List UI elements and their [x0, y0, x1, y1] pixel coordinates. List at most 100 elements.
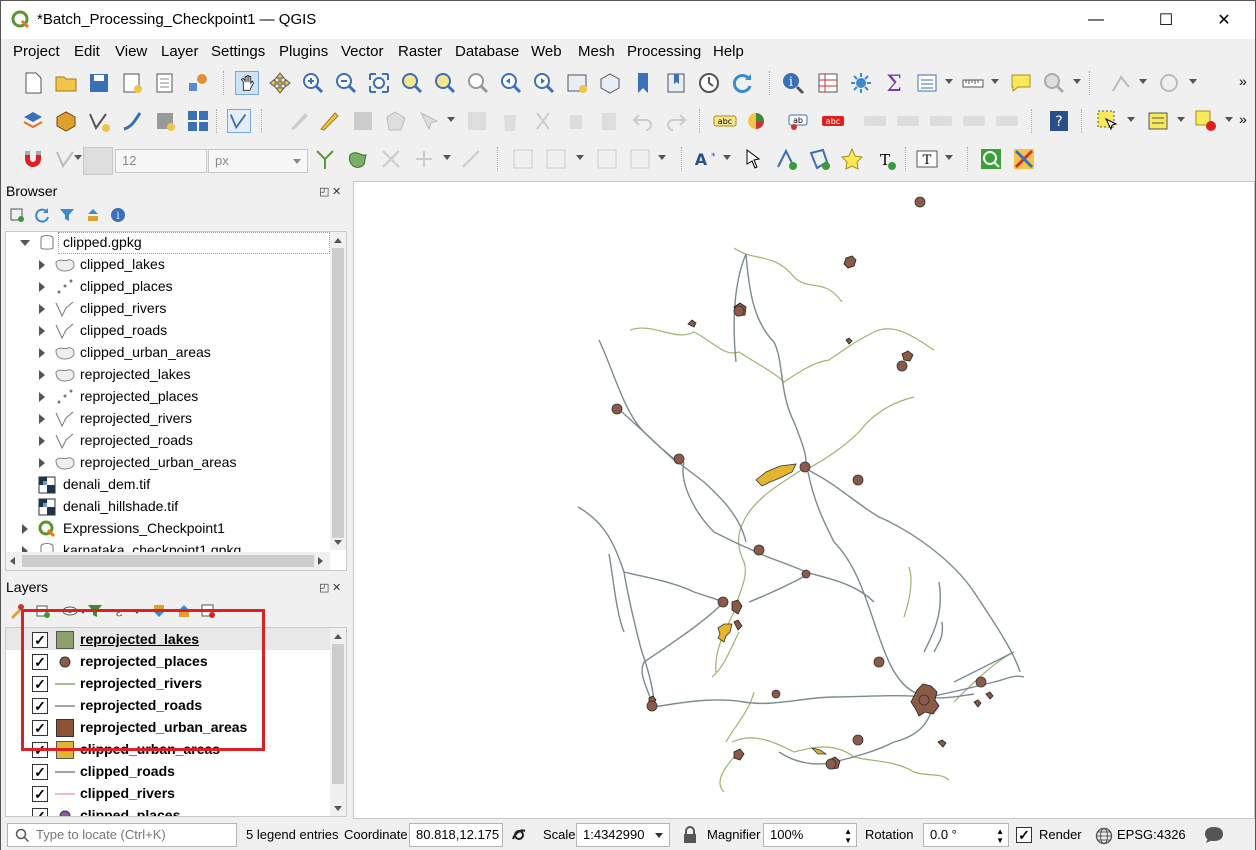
snapping-on-intersection-icon[interactable]: [346, 147, 370, 171]
expand-arrow-icon[interactable]: [39, 282, 45, 292]
layer-visibility-checkbox[interactable]: ✓: [32, 808, 48, 816]
menu-database[interactable]: Database: [455, 43, 519, 60]
rotation-spinbox[interactable]: 0.0 ° ▲ ▼: [923, 823, 1009, 847]
layer-item-clipped-places[interactable]: ✓ clipped_places: [6, 805, 330, 816]
save-project-icon[interactable]: [87, 71, 111, 95]
spin-up-icon[interactable]: ▲: [996, 827, 1004, 836]
menu-mesh[interactable]: Mesh: [578, 43, 615, 60]
select-by-value-icon[interactable]: [1146, 109, 1170, 133]
annotation-polygon-icon[interactable]: [807, 147, 831, 171]
label-pin-icon[interactable]: ab: [788, 109, 812, 133]
quickmapservices-icon[interactable]: [979, 147, 1003, 171]
expand-arrow-icon[interactable]: [39, 414, 45, 424]
label-toolbar-icon[interactable]: abc: [713, 109, 737, 133]
modify-attributes-icon[interactable]: [465, 109, 489, 133]
measure-line-icon[interactable]: [961, 71, 985, 95]
tracing-icon[interactable]: [379, 147, 403, 171]
menu-processing[interactable]: Processing: [627, 43, 701, 60]
toggle-extents-icon[interactable]: [509, 825, 529, 845]
menu-raster[interactable]: Raster: [398, 43, 442, 60]
select-features-icon[interactable]: [1096, 109, 1120, 133]
add-selected-layers-icon[interactable]: [9, 207, 25, 223]
browser-item-reprojected-roads[interactable]: reprojected_roads: [6, 430, 330, 452]
crs-text[interactable]: EPSG:4326: [1117, 827, 1186, 842]
reshape-features-icon[interactable]: [628, 147, 652, 171]
snapping-units-button[interactable]: [83, 147, 113, 175]
browser-hscroll-thumb[interactable]: [22, 555, 314, 567]
browser-item-clipped-roads[interactable]: clipped_roads: [6, 320, 330, 342]
snapping-tolerance-spinbox[interactable]: 12: [115, 149, 207, 173]
show-layout-manager-icon[interactable]: [153, 71, 177, 95]
expand-arrow-icon[interactable]: [39, 436, 45, 446]
toolbox-icon[interactable]: [849, 71, 873, 95]
identify-features-icon[interactable]: i: [781, 71, 805, 95]
more-tools-chevron-icon[interactable]: »: [1239, 111, 1247, 127]
zoom-selection-icon[interactable]: [400, 71, 424, 95]
change-label-icon[interactable]: [962, 109, 986, 133]
attributes-form-icon[interactable]: [915, 71, 939, 95]
expand-arrow-icon[interactable]: [39, 304, 45, 314]
browser-refresh-icon[interactable]: [34, 207, 50, 223]
redo-icon[interactable]: [664, 109, 688, 133]
expand-arrow-icon[interactable]: [22, 524, 28, 534]
move-label-icon[interactable]: [896, 109, 920, 133]
rotate-label-icon[interactable]: [929, 109, 953, 133]
new-temporary-layer-icon[interactable]: [186, 109, 210, 133]
browser-item-reprojected-urban-areas[interactable]: reprojected_urban_areas: [6, 452, 330, 474]
deselect-features-icon[interactable]: [1194, 109, 1218, 133]
layers-float-icon[interactable]: ◰: [319, 581, 329, 594]
collapse-all-icon[interactable]: [85, 207, 101, 223]
text-annotation-icon[interactable]: T: [915, 147, 939, 171]
magnifier-spinbox[interactable]: 100% ▲ ▼: [763, 823, 857, 847]
annotation-line-icon[interactable]: [774, 147, 798, 171]
scroll-up-icon[interactable]: [334, 238, 342, 243]
add-vector-layer-icon[interactable]: [227, 109, 251, 133]
menu-layer[interactable]: Layer: [161, 43, 199, 60]
layer-visibility-checkbox[interactable]: ✓: [32, 764, 48, 780]
select-annotation-icon[interactable]: [741, 147, 765, 171]
current-edits-icon[interactable]: [287, 109, 311, 133]
maximize-button[interactable]: ☐: [1143, 1, 1189, 39]
menu-vector[interactable]: Vector: [341, 43, 384, 60]
open-project-icon[interactable]: [54, 71, 78, 95]
digitize-with-segment-icon[interactable]: [1109, 71, 1133, 95]
menu-edit[interactable]: Edit: [74, 43, 100, 60]
refresh-icon[interactable]: [730, 71, 754, 95]
help-icon[interactable]: ?: [1047, 109, 1071, 133]
coordinate-field[interactable]: 80.818,12.175: [409, 823, 503, 847]
browser-item-clipped-gpkg[interactable]: clipped.gpkg: [6, 232, 330, 254]
statistical-summary-icon[interactable]: Σ: [882, 71, 906, 95]
spin-down-icon[interactable]: ▼: [844, 836, 852, 845]
layer-visibility-checkbox[interactable]: ✓: [32, 786, 48, 802]
data-source-manager-icon[interactable]: [21, 109, 45, 133]
open-attribute-table-icon[interactable]: [816, 71, 840, 95]
crs-globe-icon[interactable]: [1095, 827, 1113, 845]
new-virtual-layer-icon[interactable]: [153, 109, 177, 133]
new-shapefile-layer-icon[interactable]: [87, 109, 111, 133]
simplify-features-icon[interactable]: [544, 147, 568, 171]
browser-item-reprojected-rivers[interactable]: reprojected_rivers: [6, 408, 330, 430]
pan-map-icon[interactable]: [235, 71, 259, 95]
minimize-button[interactable]: —: [1073, 1, 1119, 39]
locator-search-input[interactable]: Type to locate (Ctrl+K): [7, 823, 237, 847]
menu-view[interactable]: View: [115, 43, 147, 60]
expand-arrow-icon[interactable]: [39, 326, 45, 336]
locator-search-icon[interactable]: [1042, 71, 1066, 95]
label-highlight-icon[interactable]: abc: [821, 109, 845, 133]
lock-scale-icon[interactable]: [681, 825, 699, 845]
layers-vertical-scrollbar[interactable]: [330, 628, 346, 816]
layer-item-clipped-rivers[interactable]: ✓ clipped_rivers: [6, 783, 330, 805]
add-polygon-feature-icon[interactable]: [384, 109, 408, 133]
temporal-controller-icon[interactable]: [697, 71, 721, 95]
annotation-marker-icon[interactable]: [840, 147, 864, 171]
new-geopackage-layer-icon[interactable]: [54, 109, 78, 133]
browser-close-icon[interactable]: ✕: [332, 185, 341, 198]
scroll-down-icon[interactable]: [334, 806, 342, 811]
scale-combo[interactable]: 1:4342990: [576, 823, 670, 847]
shape-digitizing-icon[interactable]: [459, 147, 483, 171]
new-print-layout-icon[interactable]: [120, 71, 144, 95]
offset-curve-icon[interactable]: [511, 147, 535, 171]
new-spatial-bookmark-icon[interactable]: [631, 71, 655, 95]
more-tools-chevron-icon[interactable]: »: [1239, 73, 1247, 89]
annotation-text-icon[interactable]: A *: [693, 147, 717, 171]
